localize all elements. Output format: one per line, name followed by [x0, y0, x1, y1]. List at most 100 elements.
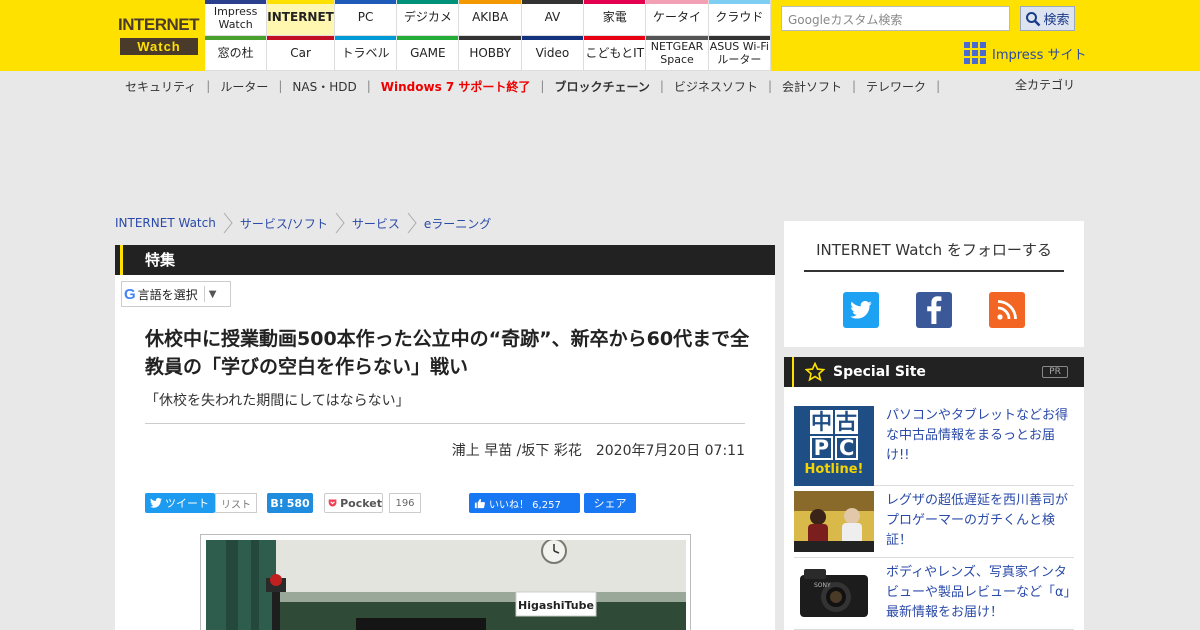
special-item-used-pc[interactable]: 中古 PC Hotline! パソコンやタブレットなどお得な中古品情報をまるっと…: [794, 406, 1074, 486]
hatena-count: 580: [286, 496, 310, 510]
rss-follow-button[interactable]: [989, 292, 1025, 328]
pocket-icon: [328, 499, 337, 507]
article-photo-frame: HigashiTube: [200, 534, 691, 630]
nav-item-color-bar: [267, 36, 334, 40]
article-byline: 浦上 早苗 /坂下 彩花 2020年7月20日 07:11: [451, 443, 745, 459]
facebook-like-label: いいね！ 6,257: [489, 499, 561, 511]
twitter-bird-icon: [150, 498, 162, 508]
category-link-6[interactable]: 会計ソフト: [777, 78, 847, 95]
special-item-thumb: 中古 PC Hotline!: [794, 406, 874, 486]
nav-item-12[interactable]: GAME: [397, 36, 460, 71]
article-body: G 言語を選択 ▼ 休校中に授業動画500本作った公立中の“奇跡”、新卒から60…: [115, 275, 775, 630]
site-header: INTERNET Watch Impress Watch INTERNET PC デジ…: [0, 0, 1200, 71]
nav-item-11[interactable]: トラベル: [334, 36, 398, 71]
nav-item-color-bar: [397, 0, 459, 4]
breadcrumb-item-0[interactable]: INTERNET Watch: [115, 216, 216, 230]
facebook-share-button[interactable]: シェア: [584, 493, 636, 513]
special-item-regza[interactable]: レグザの超低遅延を西川善司がプロゲーマーのガチくんと検証！: [794, 491, 1074, 558]
divider: [145, 423, 745, 424]
impress-site-link[interactable]: Impress サイト: [964, 42, 1087, 64]
hotline-thumb-text: 中古 PC Hotline!: [804, 410, 864, 477]
special-item-alpha[interactable]: SONY ボディやレンズ、写真家インタビューや製品レビューなど「α」最新情報をお…: [794, 563, 1074, 630]
language-select-label: 言語を選択: [137, 287, 198, 302]
nav-item-color-bar: [708, 36, 770, 40]
nav-item-label: クラウド: [715, 10, 764, 24]
logo-line1: INTERNET: [118, 15, 200, 34]
breadcrumb-item-1[interactable]: サービス/ソフト: [240, 215, 328, 232]
nav-item-8[interactable]: クラウド: [708, 0, 771, 36]
nav-item-15[interactable]: こどもとIT: [584, 36, 647, 71]
category-link-4[interactable]: ブロックチェーン: [549, 78, 654, 95]
follow-title: INTERNET Watch をフォローする: [804, 239, 1064, 272]
nav-item-label: GAME: [410, 45, 446, 60]
special-item-text: レグザの超低遅延を西川善司がプロゲーマーのガチくんと検証！: [886, 493, 1069, 548]
camera-thumb-image: SONY: [800, 569, 868, 617]
nav-item-label: トラベル: [341, 45, 390, 60]
section-header: 特集: [115, 245, 775, 275]
nav-item-1[interactable]: INTERNET: [267, 0, 335, 36]
facebook-follow-button[interactable]: [916, 292, 952, 328]
regza-thumb-image: [794, 491, 874, 552]
language-select[interactable]: G 言語を選択 ▼: [121, 281, 231, 307]
special-site-panel: Special Site PR 中古 PC Hotline! パソコンやタブレッ…: [784, 357, 1084, 630]
special-item-text: パソコンやタブレットなどお得な中古品情報をまるっとお届け!!: [886, 408, 1069, 463]
nav-item-color-bar: [459, 0, 521, 4]
category-separator: |: [366, 79, 371, 93]
thumbs-up-icon: [474, 498, 485, 508]
category-link-2[interactable]: NAS・HDD: [287, 78, 361, 95]
special-item-thumb: [794, 491, 874, 552]
breadcrumb: INTERNET Watch サービス/ソフト サービス eラーニング: [115, 212, 491, 234]
nav-item-14[interactable]: Video: [521, 36, 585, 71]
svg-text:SONY: SONY: [814, 582, 831, 589]
nav-item-label: AKIBA: [472, 10, 509, 24]
nav-item-4[interactable]: AKIBA: [459, 0, 522, 36]
nav-item-3[interactable]: デジカメ: [397, 0, 460, 36]
nav-item-6[interactable]: 家電: [584, 0, 647, 36]
nav-item-10[interactable]: Car: [267, 36, 335, 71]
logo-line2: Watch: [120, 38, 198, 55]
site-logo[interactable]: INTERNET Watch: [118, 15, 200, 57]
google-icon: G: [124, 285, 136, 303]
nav-item-17[interactable]: ASUS Wi-Fiルーター: [708, 36, 771, 71]
article-subtitle: 「休校を失われた期間にしてはならない」: [145, 393, 410, 409]
category-link-5[interactable]: ビジネスソフト: [669, 78, 763, 95]
nav-item-13[interactable]: HOBBY: [459, 36, 522, 71]
nav-item-label: AV: [544, 10, 561, 24]
nav-item-label: INTERNET: [267, 10, 334, 24]
nav-item-color-bar: [267, 0, 334, 4]
all-categories-link[interactable]: 全カテゴリ: [1015, 76, 1075, 93]
search-input[interactable]: Googleカスタム検索: [781, 6, 1010, 31]
hatena-bookmark-button[interactable]: B! 580: [267, 493, 313, 513]
nav-item-color-bar: [334, 36, 397, 40]
category-link-7[interactable]: テレワーク: [861, 78, 931, 95]
nav-item-label: 家電: [602, 10, 627, 24]
tweet-button[interactable]: ツイート: [145, 493, 215, 513]
twitter-follow-button[interactable]: [843, 292, 879, 328]
nav-item-label: ケータイ: [653, 10, 702, 24]
facebook-like-button[interactable]: いいね！ 6,257: [469, 493, 580, 513]
pocket-count: 196: [389, 493, 421, 513]
article-photo[interactable]: HigashiTube: [206, 540, 686, 630]
category-link-3[interactable]: Windows 7 サポート終了: [376, 78, 536, 95]
category-separator: |: [278, 79, 283, 93]
nav-item-7[interactable]: ケータイ: [646, 0, 709, 36]
pocket-button[interactable]: Pocket: [324, 493, 383, 513]
nav-item-color-bar: [646, 36, 708, 40]
nav-item-color-bar: [584, 0, 646, 4]
nav-item-2[interactable]: PC: [334, 0, 398, 36]
nav-item-16[interactable]: NETGEAR Space: [646, 36, 709, 71]
nav-item-color-bar: [205, 36, 267, 40]
search-button[interactable]: 検索: [1020, 6, 1075, 31]
nav-item-5[interactable]: AV: [521, 0, 585, 36]
breadcrumb-item-2[interactable]: サービス: [352, 215, 400, 232]
category-link-1[interactable]: ルーター: [215, 78, 273, 95]
breadcrumb-item-3[interactable]: eラーニング: [424, 215, 491, 232]
special-site-title: Special Site: [833, 364, 926, 380]
impress-site-label: Impress サイト: [992, 47, 1087, 63]
category-separator: |: [540, 79, 545, 93]
nav-item-9[interactable]: 窓の杜: [205, 36, 268, 71]
category-link-0[interactable]: セキュリティ: [120, 78, 201, 95]
tweet-list-link[interactable]: リスト: [215, 493, 257, 513]
nav-item-0[interactable]: Impress Watch: [205, 0, 268, 36]
section-title: 特集: [145, 251, 176, 269]
